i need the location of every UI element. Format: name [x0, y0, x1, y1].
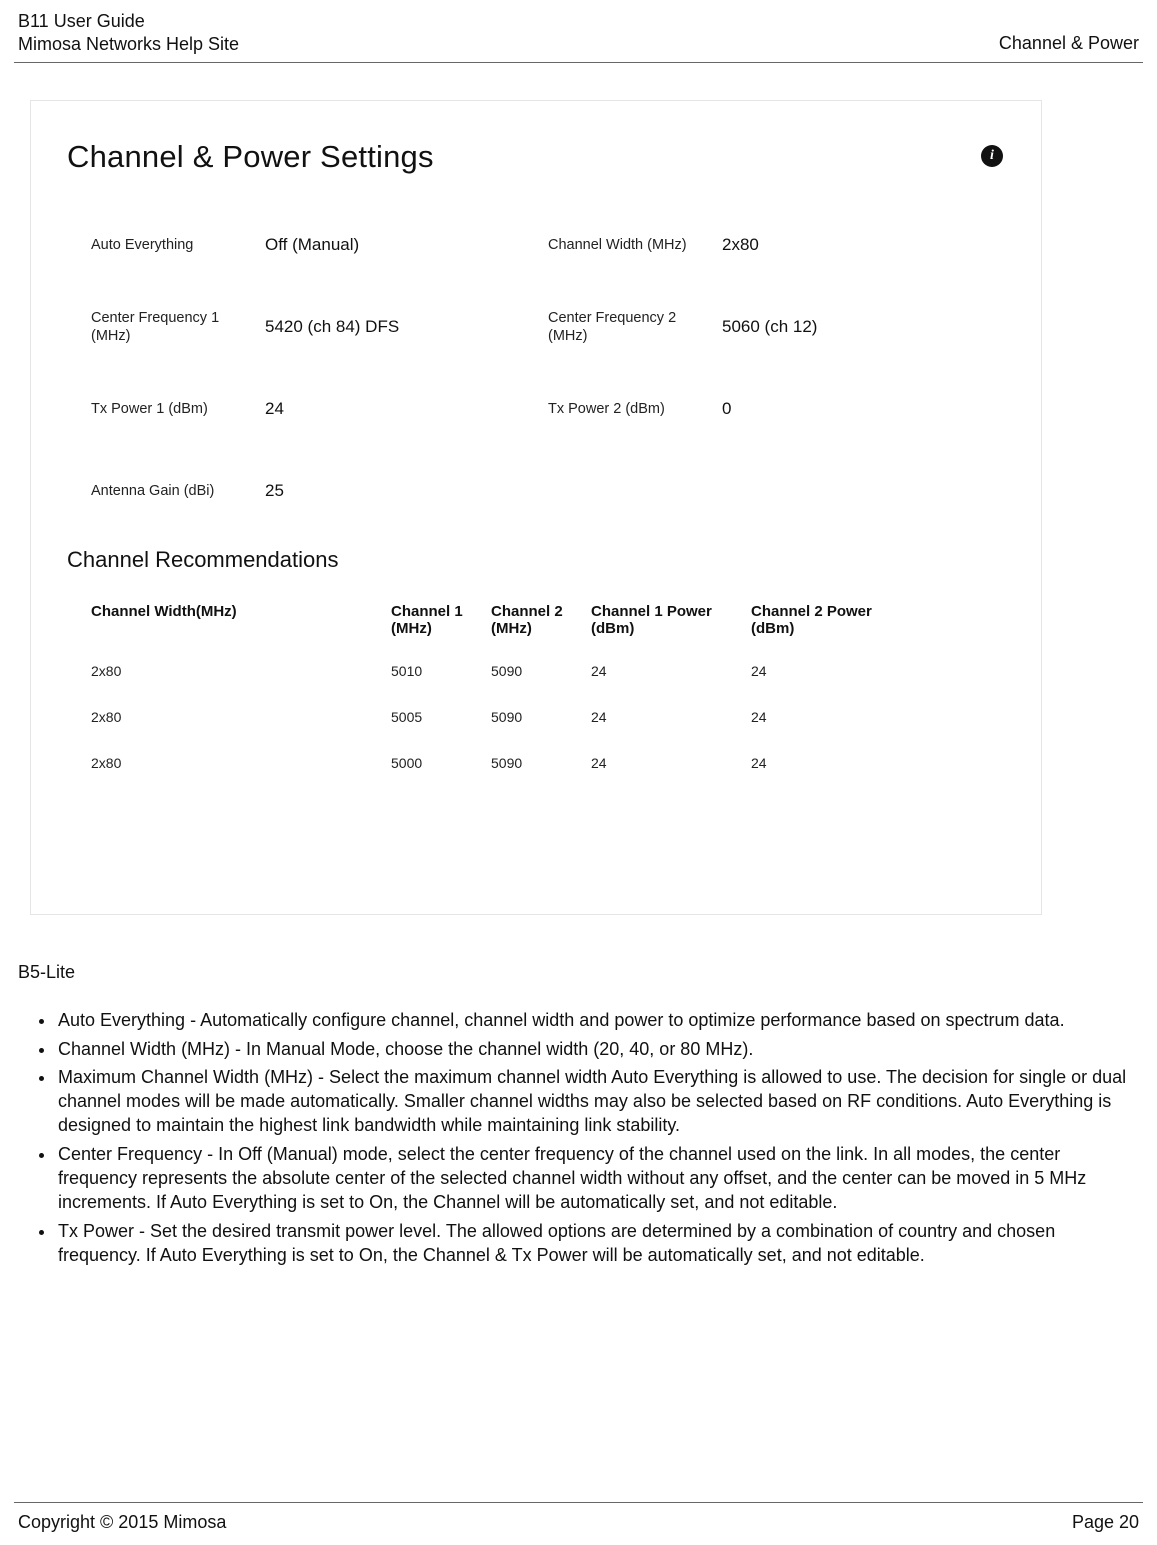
- label-antenna-gain: Antenna Gain (dBi): [91, 482, 243, 500]
- label-tx-power-2: Tx Power 2 (dBm): [548, 400, 700, 418]
- body-lead: B5-Lite: [18, 960, 1139, 984]
- footer-page: Page 20: [1072, 1512, 1139, 1533]
- body-bullet-list: Auto Everything - Automatically configur…: [56, 1008, 1139, 1267]
- doc-section-title: Channel & Power: [999, 32, 1139, 55]
- label-auto-everything: Auto Everything: [91, 236, 243, 254]
- value-channel-width[interactable]: 2x80: [722, 235, 759, 255]
- table-cell: 5005: [391, 709, 491, 725]
- label-center-freq-2: Center Frequency 2 (MHz): [548, 309, 700, 345]
- table-cell: 2x80: [91, 709, 391, 725]
- list-item: Center Frequency - In Off (Manual) mode,…: [56, 1142, 1139, 1215]
- list-item: Auto Everything - Automatically configur…: [56, 1008, 1139, 1032]
- settings-panel: i Channel & Power Settings Auto Everythi…: [30, 100, 1042, 915]
- table-cell: 24: [591, 663, 751, 679]
- panel-title: Channel & Power Settings: [67, 139, 1005, 175]
- divider-bottom: [14, 1502, 1143, 1503]
- table-cell: 5090: [491, 709, 591, 725]
- table-cell: 24: [751, 663, 911, 679]
- table-cell: 5090: [491, 663, 591, 679]
- col-header-width: Channel Width(MHz): [91, 603, 391, 637]
- col-header-ch1: Channel 1 (MHz): [391, 603, 491, 637]
- list-item: Channel Width (MHz) - In Manual Mode, ch…: [56, 1037, 1139, 1061]
- table-cell: 24: [591, 709, 751, 725]
- value-tx-power-1[interactable]: 24: [265, 399, 284, 419]
- table-row[interactable]: 2x80500050902424: [91, 755, 1005, 771]
- table-cell: 5000: [391, 755, 491, 771]
- table-cell: 24: [751, 755, 911, 771]
- info-icon[interactable]: i: [981, 145, 1003, 167]
- value-tx-power-2[interactable]: 0: [722, 399, 731, 419]
- divider-top: [14, 62, 1143, 63]
- label-center-freq-1: Center Frequency 1 (MHz): [91, 309, 243, 345]
- footer-copyright: Copyright © 2015 Mimosa: [18, 1512, 226, 1533]
- col-header-ch2: Channel 2 (MHz): [491, 603, 591, 637]
- value-center-freq-1[interactable]: 5420 (ch 84) DFS: [265, 317, 399, 337]
- table-cell: 2x80: [91, 663, 391, 679]
- value-auto-everything[interactable]: Off (Manual): [265, 235, 359, 255]
- value-center-freq-2[interactable]: 5060 (ch 12): [722, 317, 817, 337]
- table-cell: 5010: [391, 663, 491, 679]
- table-cell: 24: [591, 755, 751, 771]
- table-cell: 24: [751, 709, 911, 725]
- col-header-ch1pwr: Channel 1 Power (dBm): [591, 603, 751, 637]
- list-item: Tx Power - Set the desired transmit powe…: [56, 1219, 1139, 1268]
- doc-title-line2: Mimosa Networks Help Site: [18, 33, 239, 56]
- table-row[interactable]: 2x80501050902424: [91, 663, 1005, 679]
- table-cell: 5090: [491, 755, 591, 771]
- label-channel-width: Channel Width (MHz): [548, 236, 700, 254]
- table-header-row: Channel Width(MHz) Channel 1 (MHz) Chann…: [91, 603, 1005, 637]
- table-cell: 2x80: [91, 755, 391, 771]
- col-header-ch2pwr: Channel 2 Power (dBm): [751, 603, 911, 637]
- table-row[interactable]: 2x80500550902424: [91, 709, 1005, 725]
- value-antenna-gain[interactable]: 25: [265, 481, 284, 501]
- doc-title-line1: B11 User Guide: [18, 10, 239, 33]
- recommendations-title: Channel Recommendations: [67, 547, 1005, 573]
- list-item: Maximum Channel Width (MHz) - Select the…: [56, 1065, 1139, 1138]
- recommendations-table: Channel Width(MHz) Channel 1 (MHz) Chann…: [67, 603, 1005, 771]
- label-tx-power-1: Tx Power 1 (dBm): [91, 400, 243, 418]
